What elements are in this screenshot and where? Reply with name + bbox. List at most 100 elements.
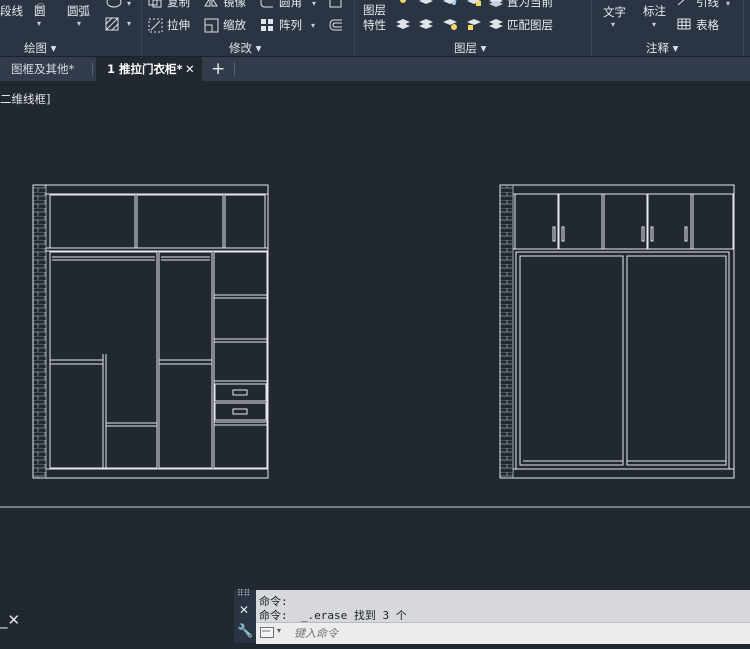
new-tab-icon[interactable]: + — [211, 57, 225, 81]
top-door — [558, 193, 603, 250]
set-current-icon[interactable] — [488, 0, 504, 7]
layer-properties-button-line2[interactable]: 特性 — [363, 19, 386, 32]
command-input-row: ▾ — [256, 622, 750, 644]
top-door — [603, 193, 648, 250]
scale-button[interactable]: 缩放 — [223, 19, 246, 32]
command-prompt-icon[interactable] — [260, 627, 276, 639]
recent-commands-dropdown-icon[interactable]: ▾ — [277, 626, 281, 635]
tab-sliding-door-wardrobe[interactable]: 1 推拉门衣柜* ✕ — [96, 57, 202, 81]
top-cabinet — [136, 194, 224, 249]
drawing-canvas[interactable]: 二维线框] _✕ — [0, 81, 750, 649]
arc-dropdown-icon[interactable]: ▾ — [77, 19, 81, 28]
mirror-button[interactable]: 镜像 — [223, 0, 246, 9]
copy-icon[interactable] — [148, 0, 162, 8]
stretch-button[interactable]: 拉伸 — [167, 19, 190, 32]
fillet-icon[interactable] — [260, 0, 274, 8]
layer-stack-icon[interactable] — [418, 0, 434, 7]
circle-dropdown-icon[interactable]: ▾ — [37, 19, 41, 28]
leader-button[interactable]: 引线 — [696, 0, 719, 9]
polyline-button[interactable]: 段线 — [0, 5, 23, 18]
separator — [591, 0, 592, 56]
sliding-door-panel — [519, 255, 624, 466]
drawer — [214, 402, 267, 421]
layers-panel-title[interactable]: 图层 ▾ — [454, 40, 486, 56]
door-handle — [552, 226, 556, 242]
top-door — [692, 193, 734, 250]
text-dropdown-icon[interactable]: ▾ — [611, 20, 615, 29]
scale-icon[interactable] — [204, 18, 219, 33]
layer-off-icon[interactable] — [395, 17, 411, 31]
array-button[interactable]: 阵列 — [279, 19, 302, 32]
arc-button[interactable]: 圆弧 — [67, 5, 90, 18]
match-layer-icon[interactable] — [488, 17, 504, 31]
ellipse-dropdown-icon[interactable]: ▾ — [127, 0, 131, 8]
hatch-icon[interactable] — [105, 17, 119, 31]
layer-walk-icon[interactable] — [442, 17, 458, 31]
door-handle — [641, 226, 645, 242]
sliding-door-panel — [626, 255, 727, 466]
text-button[interactable]: 文字 — [603, 6, 626, 19]
command-input[interactable] — [294, 625, 734, 641]
fillet-dropdown-icon[interactable]: ▾ — [312, 0, 316, 8]
copy-button[interactable]: 复制 — [167, 0, 190, 9]
modify-panel-title[interactable]: 修改 ▾ — [229, 40, 261, 56]
tab-label: 1 推拉门衣柜* — [107, 62, 183, 76]
top-door — [514, 193, 559, 250]
array-dropdown-icon[interactable]: ▾ — [311, 21, 315, 30]
table-icon[interactable] — [677, 18, 691, 30]
command-line: ⠿⠿ ✕ 🔧 命令: 命令: _.erase 找到 3 个 ▾ — [234, 589, 750, 644]
layer-isolate-icon[interactable] — [418, 17, 434, 31]
leader-icon[interactable] — [677, 0, 691, 7]
layer-lock-icon[interactable] — [466, 0, 482, 7]
close-tab-icon[interactable]: ✕ — [185, 57, 195, 81]
document-tab-bar: 图框及其他* 1 推拉门衣柜* ✕ + — [0, 57, 750, 81]
customize-wrench-icon[interactable]: 🔧 — [237, 624, 253, 639]
tab-divider — [92, 62, 93, 76]
drawer-handle — [232, 389, 248, 396]
cad-drawing — [0, 184, 750, 508]
layer-light-icon[interactable] — [395, 0, 411, 7]
wardrobe-interior-elevation — [32, 184, 269, 479]
separator — [354, 0, 355, 56]
mirror-icon[interactable] — [204, 0, 218, 8]
close-icon[interactable]: ✕ — [239, 603, 249, 617]
fillet-button[interactable]: 圆角 — [279, 0, 302, 9]
tab-label: 图框及其他* — [11, 62, 75, 76]
table-button[interactable]: 表格 — [696, 19, 719, 32]
wall-hatch-left — [32, 184, 47, 479]
drawer-handle — [232, 408, 248, 415]
ribbon: 段线 ◯ 圆 ▾ 圆弧 ▾ ▾ ▾ 绘图 ▾ 复制 镜像 圆角 ▾ 拉伸 缩放 … — [0, 0, 750, 57]
hatch-dropdown-icon[interactable]: ▾ — [127, 19, 131, 28]
dimension-dropdown-icon[interactable]: ▾ — [652, 20, 656, 29]
wardrobe-front-elevation — [499, 184, 735, 479]
draw-panel-title[interactable]: 绘图 ▾ — [24, 40, 56, 56]
array-icon[interactable] — [260, 18, 274, 32]
ellipse-icon[interactable] — [105, 0, 125, 10]
tab-frame-and-others[interactable]: 图框及其他* — [0, 57, 92, 81]
shelf-column — [213, 251, 268, 469]
grip-dots-icon[interactable]: ⠿⠿ — [237, 589, 250, 599]
command-history: 命令: 命令: _.erase 找到 3 个 — [256, 590, 750, 622]
separator — [141, 0, 142, 56]
outer-frame-right — [499, 184, 735, 479]
command-history-line: 命令: _.erase 找到 3 个 — [259, 609, 407, 622]
offset-icon[interactable] — [329, 18, 343, 32]
leader-dropdown-icon[interactable]: ▾ — [726, 0, 730, 8]
layer-freeze-icon[interactable] — [442, 0, 458, 7]
annotation-panel-title[interactable]: 注释 ▾ — [646, 40, 678, 56]
circle-button[interactable]: 圆 — [34, 5, 46, 18]
dimension-button[interactable]: 标注 — [643, 5, 666, 18]
match-layer-button[interactable]: 匹配图层 — [507, 19, 553, 32]
tab-divider — [234, 62, 235, 76]
door-handle — [650, 226, 654, 242]
layer-unlock-icon[interactable] — [466, 17, 482, 31]
outer-frame-left — [32, 184, 269, 479]
layer-properties-button-line1[interactable]: 图层 — [363, 4, 386, 17]
separator — [743, 0, 744, 56]
stretch-icon[interactable] — [148, 18, 163, 33]
make-current-button[interactable]: 置为当前 — [507, 0, 553, 9]
command-line-grip: ⠿⠿ ✕ 🔧 — [234, 589, 256, 643]
explode-icon[interactable] — [329, 0, 343, 9]
door-handle — [684, 226, 688, 242]
top-cabinet — [224, 194, 266, 249]
